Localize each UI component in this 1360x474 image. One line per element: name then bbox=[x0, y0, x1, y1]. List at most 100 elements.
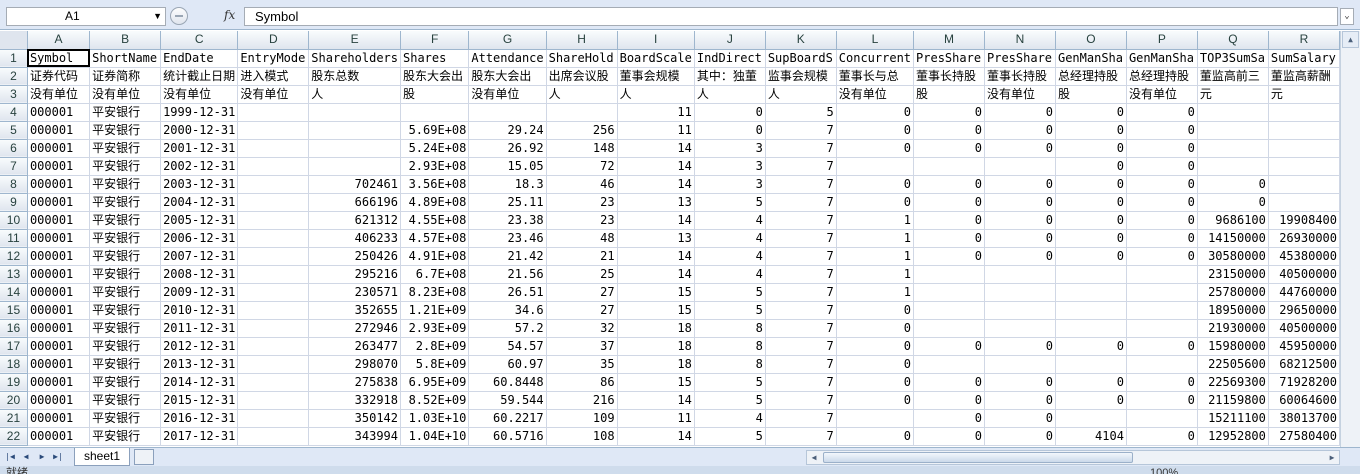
cell[interactable]: 1 bbox=[836, 247, 915, 266]
cell[interactable]: 0 bbox=[1126, 391, 1198, 410]
cell[interactable]: 19908400 bbox=[1268, 211, 1340, 230]
cell[interactable]: 5 bbox=[765, 103, 837, 122]
cell[interactable]: 000001 bbox=[27, 157, 91, 176]
cell[interactable]: 董事会规模 bbox=[617, 67, 695, 86]
cell[interactable]: 7 bbox=[765, 409, 837, 428]
cell[interactable]: 23.46 bbox=[468, 229, 547, 248]
cell[interactable]: 股 bbox=[1055, 85, 1127, 104]
cell[interactable] bbox=[237, 355, 310, 374]
cell[interactable]: 256 bbox=[546, 121, 618, 140]
column-header[interactable]: O bbox=[1055, 31, 1127, 50]
cell[interactable]: 2017-12-31 bbox=[160, 427, 239, 446]
cell[interactable]: 13 bbox=[617, 229, 695, 248]
first-sheet-icon[interactable]: |◀ bbox=[4, 451, 16, 463]
cell[interactable] bbox=[1197, 139, 1269, 158]
cell[interactable]: 15 bbox=[617, 283, 695, 302]
cell[interactable]: 26930000 bbox=[1268, 229, 1340, 248]
cell[interactable]: 68212500 bbox=[1268, 355, 1340, 374]
cell[interactable]: 48 bbox=[546, 229, 618, 248]
cell[interactable]: 4 bbox=[694, 229, 766, 248]
cell[interactable]: 0 bbox=[913, 229, 985, 248]
cell[interactable]: 出席会议股 bbox=[546, 67, 618, 86]
cell[interactable]: 406233 bbox=[308, 229, 401, 248]
cell[interactable] bbox=[984, 157, 1056, 176]
cell[interactable]: 2016-12-31 bbox=[160, 409, 239, 428]
cell[interactable]: 2015-12-31 bbox=[160, 391, 239, 410]
cell[interactable] bbox=[1197, 103, 1269, 122]
cell[interactable]: 18 bbox=[617, 355, 695, 374]
cell[interactable]: 0 bbox=[1126, 247, 1198, 266]
cell[interactable] bbox=[308, 121, 401, 140]
cell[interactable]: 2004-12-31 bbox=[160, 193, 239, 212]
cell[interactable]: 86 bbox=[546, 373, 618, 392]
cell[interactable]: Concurrent bbox=[836, 49, 915, 68]
cell[interactable]: EntryMode bbox=[237, 49, 310, 68]
cell[interactable] bbox=[237, 427, 310, 446]
cell[interactable] bbox=[400, 103, 470, 122]
cell[interactable] bbox=[984, 355, 1056, 374]
cell[interactable]: 0 bbox=[984, 175, 1056, 194]
cell[interactable]: 4 bbox=[694, 409, 766, 428]
cell[interactable]: 7 bbox=[765, 283, 837, 302]
cell[interactable]: TOP3SumSa bbox=[1197, 49, 1269, 68]
cell[interactable]: 平安银行 bbox=[89, 247, 162, 266]
cell[interactable]: 23 bbox=[546, 211, 618, 230]
cell[interactable]: 702461 bbox=[308, 175, 401, 194]
cell[interactable]: SumSalary bbox=[1268, 49, 1340, 68]
cell[interactable] bbox=[237, 337, 310, 356]
cell[interactable]: 元 bbox=[1197, 85, 1269, 104]
cell[interactable]: 230571 bbox=[308, 283, 401, 302]
cell[interactable]: 29650000 bbox=[1268, 301, 1340, 320]
cell[interactable]: 23.38 bbox=[468, 211, 547, 230]
cell[interactable]: 人 bbox=[546, 85, 618, 104]
cell[interactable]: 4.57E+08 bbox=[400, 229, 470, 248]
cell[interactable]: GenManSha bbox=[1055, 49, 1127, 68]
row-header[interactable]: 8 bbox=[0, 175, 28, 194]
cell[interactable] bbox=[237, 175, 310, 194]
cell[interactable]: 统计截止日期 bbox=[160, 67, 239, 86]
row-header[interactable]: 20 bbox=[0, 391, 28, 410]
cell[interactable]: 13 bbox=[617, 193, 695, 212]
cell[interactable]: 2001-12-31 bbox=[160, 139, 239, 158]
cell[interactable]: 8 bbox=[694, 337, 766, 356]
column-header[interactable]: K bbox=[765, 31, 837, 50]
cell[interactable]: 60.97 bbox=[468, 355, 547, 374]
cell[interactable]: 平安银行 bbox=[89, 175, 162, 194]
cell[interactable]: 0 bbox=[836, 103, 915, 122]
cell[interactable]: 0 bbox=[836, 139, 915, 158]
cell[interactable]: 0 bbox=[836, 373, 915, 392]
cell[interactable] bbox=[1126, 283, 1198, 302]
cell[interactable]: 平安银行 bbox=[89, 103, 162, 122]
cell[interactable]: 人 bbox=[617, 85, 695, 104]
cell[interactable]: 60.2217 bbox=[468, 409, 547, 428]
cell[interactable]: 72 bbox=[546, 157, 618, 176]
cell[interactable]: 0 bbox=[836, 337, 915, 356]
cell[interactable]: EndDate bbox=[160, 49, 239, 68]
cell[interactable] bbox=[308, 157, 401, 176]
cell[interactable]: 股 bbox=[913, 85, 985, 104]
cell[interactable] bbox=[984, 283, 1056, 302]
cell[interactable]: 0 bbox=[913, 121, 985, 140]
cell[interactable]: 2002-12-31 bbox=[160, 157, 239, 176]
cell[interactable]: 60064600 bbox=[1268, 391, 1340, 410]
cell[interactable]: 0 bbox=[1055, 229, 1127, 248]
cell[interactable] bbox=[984, 301, 1056, 320]
cell[interactable]: 0 bbox=[913, 193, 985, 212]
cell[interactable]: 1 bbox=[836, 211, 915, 230]
cell[interactable] bbox=[836, 157, 915, 176]
column-header[interactable]: D bbox=[237, 31, 310, 50]
cell[interactable]: 23 bbox=[546, 193, 618, 212]
cell[interactable]: IndDirect bbox=[694, 49, 766, 68]
cell[interactable]: 216 bbox=[546, 391, 618, 410]
insert-function-button[interactable]: fx bbox=[224, 8, 235, 22]
cell[interactable]: 0 bbox=[1055, 211, 1127, 230]
cell[interactable]: 15.05 bbox=[468, 157, 547, 176]
cell[interactable] bbox=[237, 193, 310, 212]
cell[interactable] bbox=[237, 265, 310, 284]
cell[interactable]: 平安银行 bbox=[89, 229, 162, 248]
cell[interactable]: 0 bbox=[836, 391, 915, 410]
cell[interactable]: 0 bbox=[1055, 103, 1127, 122]
cell[interactable]: 7 bbox=[765, 247, 837, 266]
cell[interactable]: 7 bbox=[765, 337, 837, 356]
cell[interactable] bbox=[237, 229, 310, 248]
